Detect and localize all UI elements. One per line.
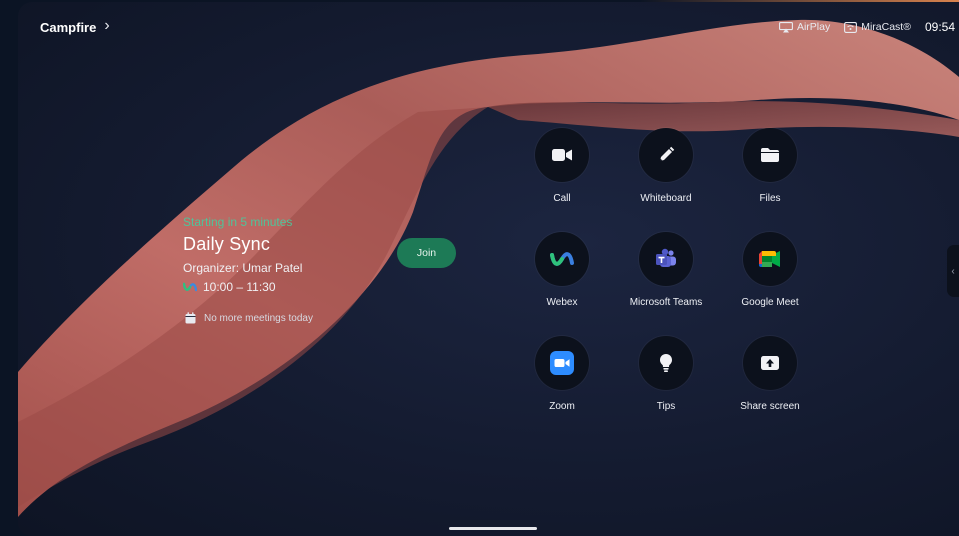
clock: 09:54 bbox=[924, 20, 955, 34]
meeting-time: 10:00 – 11:30 bbox=[203, 280, 276, 294]
webex-icon bbox=[183, 282, 197, 292]
app-label: Google Meet bbox=[741, 297, 799, 308]
zoom-icon bbox=[550, 351, 574, 375]
app-google-meet[interactable]: Google Meet bbox=[720, 232, 820, 308]
share-screen-icon bbox=[761, 356, 779, 370]
app-files[interactable]: Files bbox=[720, 128, 820, 204]
app-zoom[interactable]: Zoom bbox=[512, 336, 612, 412]
tips-button[interactable] bbox=[639, 336, 693, 390]
app-label: Call bbox=[553, 193, 571, 204]
airplay-icon bbox=[779, 21, 793, 32]
app-webex[interactable]: Webex bbox=[512, 232, 612, 308]
call-button[interactable] bbox=[535, 128, 589, 182]
pen-icon bbox=[659, 146, 675, 162]
meeting-time-row: 10:00 – 11:30 bbox=[183, 280, 302, 294]
calendar-icon bbox=[185, 312, 196, 324]
miracast-label: MiraCast® bbox=[861, 21, 911, 33]
folder-icon bbox=[761, 148, 779, 162]
room-display-screen: Campfire › AirPlay MiraCast® 09:54 Start… bbox=[18, 2, 959, 536]
room-name: Campfire bbox=[40, 19, 97, 35]
app-label: Microsoft Teams bbox=[629, 297, 703, 308]
chevron-right-icon: › bbox=[104, 17, 110, 34]
miracast-indicator[interactable]: MiraCast® bbox=[844, 21, 911, 33]
files-button[interactable] bbox=[743, 128, 797, 182]
room-name-button[interactable]: Campfire › bbox=[40, 17, 110, 35]
meeting-title: Daily Sync bbox=[183, 234, 271, 254]
app-label: Files bbox=[759, 193, 781, 204]
app-microsoft-teams[interactable]: Microsoft Teams bbox=[616, 232, 716, 308]
join-button[interactable]: Join bbox=[397, 238, 456, 268]
app-label: Share screen bbox=[740, 401, 800, 412]
side-panel-handle[interactable]: ‹ bbox=[947, 245, 959, 297]
app-tips[interactable]: Tips bbox=[616, 336, 716, 412]
app-label: Zoom bbox=[549, 401, 575, 412]
status-bar: AirPlay MiraCast® 09:54 bbox=[779, 20, 955, 34]
app-whiteboard[interactable]: Whiteboard bbox=[616, 128, 716, 204]
webex-button[interactable] bbox=[535, 232, 589, 286]
upcoming-meeting-card: Starting in 5 minutes Daily Sync Organiz… bbox=[183, 215, 302, 294]
no-more-meetings: No more meetings today bbox=[185, 312, 313, 324]
lightbulb-icon bbox=[660, 354, 672, 372]
teams-icon bbox=[656, 248, 676, 267]
google-meet-button[interactable] bbox=[743, 232, 797, 286]
app-call[interactable]: Call bbox=[512, 128, 612, 204]
chevron-left-icon: ‹ bbox=[951, 265, 955, 277]
microsoft-teams-button[interactable] bbox=[639, 232, 693, 286]
webex-icon bbox=[550, 252, 574, 266]
app-label: Webex bbox=[546, 297, 578, 308]
zoom-button[interactable] bbox=[535, 336, 589, 390]
meeting-starting-text: Starting in 5 minutes bbox=[183, 215, 293, 229]
app-share-screen[interactable]: Share screen bbox=[720, 336, 820, 412]
home-indicator-bar[interactable] bbox=[449, 527, 537, 530]
miracast-icon bbox=[844, 21, 858, 33]
airplay-label: AirPlay bbox=[796, 21, 831, 33]
app-label: Whiteboard bbox=[640, 193, 692, 204]
app-label: Tips bbox=[656, 401, 676, 412]
meeting-organizer: Organizer: Umar Patel bbox=[183, 261, 303, 275]
whiteboard-button[interactable] bbox=[639, 128, 693, 182]
no-more-meetings-text: No more meetings today bbox=[204, 312, 313, 324]
video-camera-icon bbox=[552, 149, 572, 161]
google-meet-icon bbox=[759, 251, 780, 267]
share-screen-button[interactable] bbox=[743, 336, 797, 390]
airplay-indicator[interactable]: AirPlay bbox=[779, 21, 830, 33]
